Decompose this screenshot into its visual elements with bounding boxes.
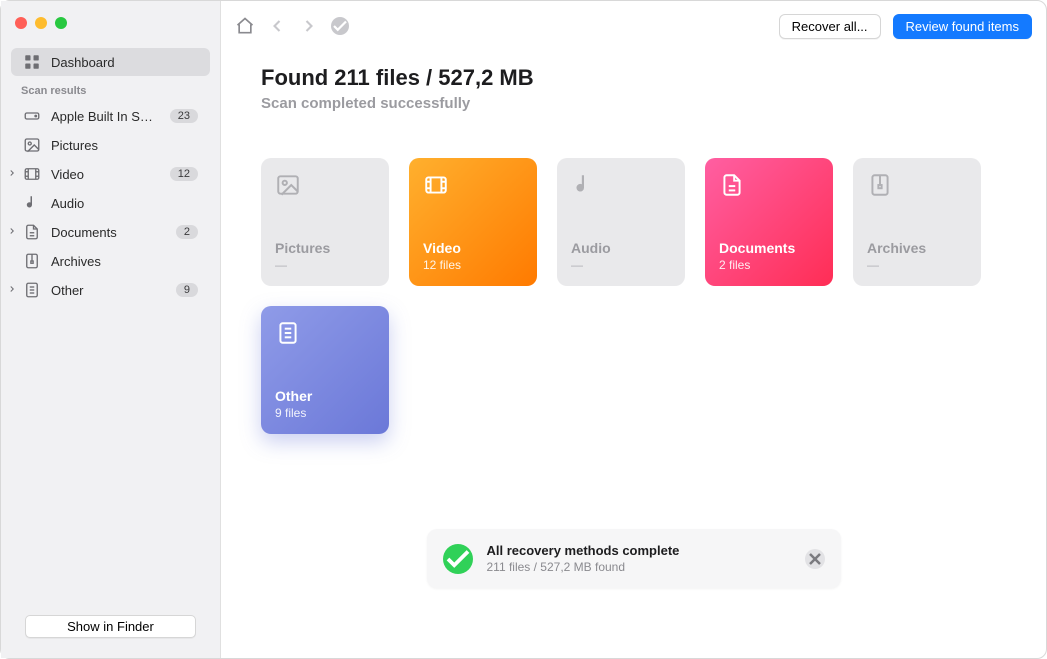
chevron-right-icon[interactable]: [7, 168, 17, 181]
video-icon: [23, 165, 41, 183]
tile-title: Video: [423, 240, 523, 256]
toast-close-button[interactable]: [805, 549, 825, 569]
main-area: Recover all... Review found items Found …: [221, 1, 1046, 658]
sidebar-item-video[interactable]: Video 12: [11, 160, 210, 188]
tile-subtitle: 12 files: [423, 258, 523, 272]
toast-subtitle: 211 files / 527,2 MB found: [487, 560, 680, 574]
toast-title: All recovery methods complete: [487, 543, 680, 558]
tile-audio[interactable]: Audio —: [557, 158, 685, 286]
sidebar-item-pictures[interactable]: Pictures: [11, 131, 210, 159]
count-badge: 9: [176, 283, 198, 297]
sidebar-item-audio[interactable]: Audio: [11, 189, 210, 217]
sidebar-item-archives[interactable]: Archives: [11, 247, 210, 275]
drive-icon: [23, 107, 41, 125]
archive-icon: [23, 252, 41, 270]
minimize-window-button[interactable]: [35, 17, 47, 29]
document-icon: [23, 223, 41, 241]
sidebar-item-other[interactable]: Other 9: [11, 276, 210, 304]
tile-subtitle: —: [867, 258, 967, 272]
tile-title: Documents: [719, 240, 819, 256]
sidebar: Dashboard Scan results Apple Built In SD…: [1, 1, 221, 658]
sidebar-item-label: Pictures: [51, 138, 198, 153]
show-in-finder-button[interactable]: Show in Finder: [25, 615, 196, 638]
sidebar-item-label: Documents: [51, 225, 166, 240]
grid-icon: [23, 53, 41, 71]
tile-title: Other: [275, 388, 375, 404]
tile-subtitle: 9 files: [275, 406, 375, 420]
tile-video[interactable]: Video 12 files: [409, 158, 537, 286]
chevron-right-icon[interactable]: [7, 284, 17, 297]
tile-title: Audio: [571, 240, 671, 256]
select-check-icon[interactable]: [331, 17, 349, 35]
review-found-items-button[interactable]: Review found items: [893, 14, 1032, 39]
page-subhead: Scan completed successfully: [261, 95, 1006, 112]
archive-icon: [867, 172, 893, 198]
sidebar-footer: Show in Finder: [1, 615, 220, 648]
completion-toast: All recovery methods complete 211 files …: [427, 529, 841, 588]
other-icon: [275, 320, 301, 346]
sidebar-item-documents[interactable]: Documents 2: [11, 218, 210, 246]
tile-documents[interactable]: Documents 2 files: [705, 158, 833, 286]
window-controls: [1, 11, 220, 47]
audio-icon: [23, 194, 41, 212]
document-icon: [719, 172, 745, 198]
zoom-window-button[interactable]: [55, 17, 67, 29]
tile-subtitle: —: [571, 258, 671, 272]
check-circle-icon: [443, 544, 473, 574]
video-icon: [423, 172, 449, 198]
sidebar-item-dashboard[interactable]: Dashboard: [11, 48, 210, 76]
tile-subtitle: —: [275, 258, 375, 272]
sidebar-section-title: Scan results: [1, 77, 220, 101]
sidebar-item-label: Dashboard: [51, 55, 198, 70]
tile-title: Archives: [867, 240, 967, 256]
close-window-button[interactable]: [15, 17, 27, 29]
tile-pictures[interactable]: Pictures —: [261, 158, 389, 286]
audio-icon: [571, 172, 597, 198]
tile-other[interactable]: Other 9 files: [261, 306, 389, 434]
sidebar-item-label: Video: [51, 167, 160, 182]
chevron-right-icon[interactable]: [7, 226, 17, 239]
page-headline: Found 211 files / 527,2 MB: [261, 65, 1006, 91]
recover-all-button[interactable]: Recover all...: [779, 14, 881, 39]
tile-subtitle: 2 files: [719, 258, 819, 272]
content-area: Found 211 files / 527,2 MB Scan complete…: [221, 51, 1046, 434]
tile-archives[interactable]: Archives —: [853, 158, 981, 286]
picture-icon: [23, 136, 41, 154]
nav-forward-icon[interactable]: [299, 16, 319, 36]
toolbar: Recover all... Review found items: [221, 1, 1046, 51]
count-badge: 2: [176, 225, 198, 239]
sidebar-item-label: Apple Built In SDX...: [51, 109, 160, 124]
picture-icon: [275, 172, 301, 198]
sidebar-item-label: Audio: [51, 196, 198, 211]
tile-title: Pictures: [275, 240, 375, 256]
count-badge: 12: [170, 167, 198, 181]
count-badge: 23: [170, 109, 198, 123]
nav-back-icon[interactable]: [267, 16, 287, 36]
home-icon[interactable]: [235, 16, 255, 36]
other-icon: [23, 281, 41, 299]
sidebar-item-label: Archives: [51, 254, 198, 269]
toast-message: All recovery methods complete 211 files …: [487, 543, 680, 574]
sidebar-item-apple-built-in-sdx[interactable]: Apple Built In SDX... 23: [11, 102, 210, 130]
sidebar-item-label: Other: [51, 283, 166, 298]
